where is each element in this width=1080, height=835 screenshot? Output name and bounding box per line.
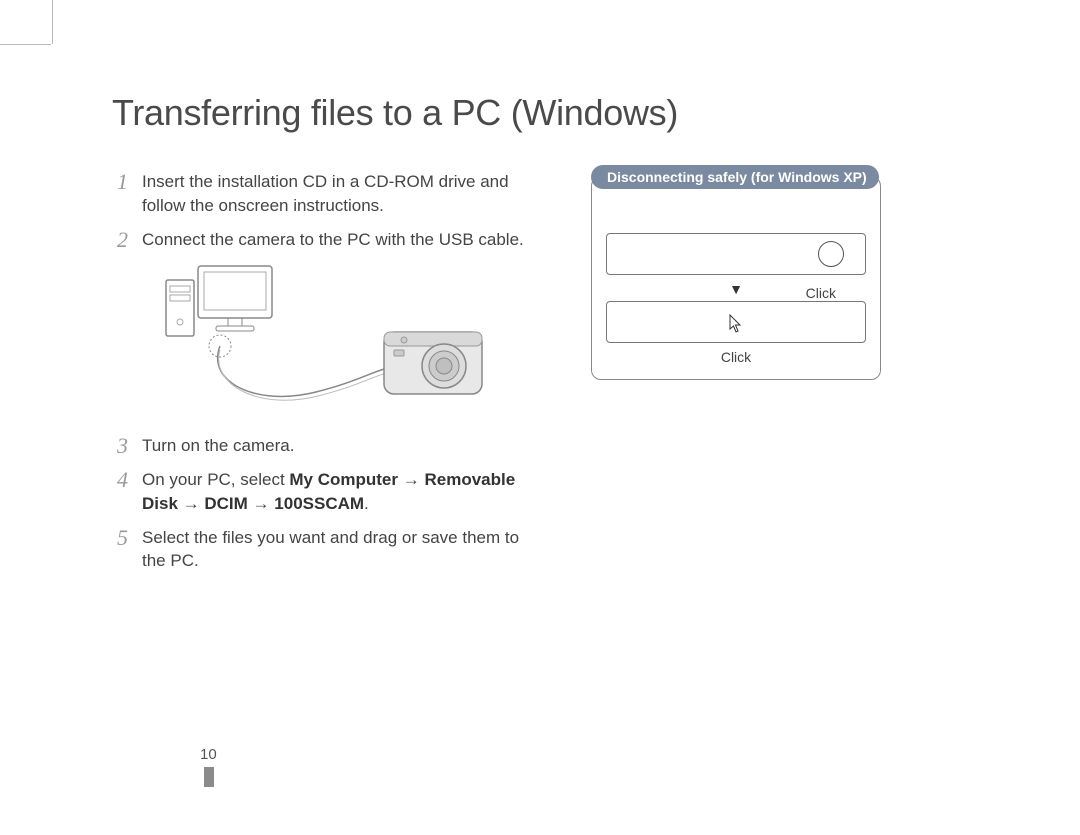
period: .	[364, 494, 369, 513]
pc-camera-illustration	[146, 262, 486, 422]
step-number: 2	[112, 228, 128, 252]
arrow: →	[248, 494, 274, 513]
step-text: Turn on the camera.	[142, 434, 294, 458]
step4-100sscam: 100SSCAM	[274, 494, 364, 513]
page-title: Transferring files to a PC (Windows)	[112, 92, 1020, 134]
step-text: Insert the installation CD in a CD-ROM d…	[142, 170, 541, 218]
corner-rule-horizontal	[0, 44, 51, 45]
content-area: Transferring files to a PC (Windows) 1 I…	[112, 92, 1020, 583]
tray-icon-circle	[818, 241, 844, 267]
step-1: 1 Insert the installation CD in a CD-ROM…	[112, 170, 541, 218]
usb-connection-drawing	[146, 262, 486, 422]
click-label-2: Click	[606, 349, 866, 365]
manual-page: Transferring files to a PC (Windows) 1 I…	[0, 0, 1080, 835]
step-number: 1	[112, 170, 128, 194]
step4-mycomputer: My Computer	[289, 470, 398, 489]
step-number: 4	[112, 468, 128, 492]
step4-prefix: On your PC, select	[142, 470, 289, 489]
page-number-bar	[204, 767, 214, 787]
step-number: 3	[112, 434, 128, 458]
step-3: 3 Turn on the camera.	[112, 434, 541, 458]
arrow: →	[398, 470, 424, 489]
step4-dcim: DCIM	[204, 494, 247, 513]
arrow: →	[178, 494, 204, 513]
systray-box	[606, 233, 866, 275]
click-label-1: Click	[806, 285, 836, 301]
step-5: 5 Select the files you want and drag or …	[112, 526, 541, 574]
popup-box	[606, 301, 866, 343]
step-2: 2 Connect the camera to the PC with the …	[112, 228, 541, 252]
step-number: 5	[112, 526, 128, 550]
page-number: 10	[200, 746, 217, 763]
two-column-layout: 1 Insert the installation CD in a CD-ROM…	[112, 170, 1020, 583]
step-text: On your PC, select My Computer → Removab…	[142, 468, 541, 516]
step-text: Select the files you want and drag or sa…	[142, 526, 541, 574]
cursor-icon	[728, 314, 744, 334]
step-4: 4 On your PC, select My Computer → Remov…	[112, 468, 541, 516]
step-text: Connect the camera to the PC with the US…	[142, 228, 524, 252]
left-column: 1 Insert the installation CD in a CD-ROM…	[112, 170, 541, 583]
sidebox-tab: Disconnecting safely (for Windows XP)	[591, 165, 879, 189]
disconnect-safely-box: Disconnecting safely (for Windows XP) Cl…	[591, 176, 881, 380]
right-column: Disconnecting safely (for Windows XP) Cl…	[591, 170, 1020, 583]
corner-rule-vertical	[52, 0, 53, 44]
